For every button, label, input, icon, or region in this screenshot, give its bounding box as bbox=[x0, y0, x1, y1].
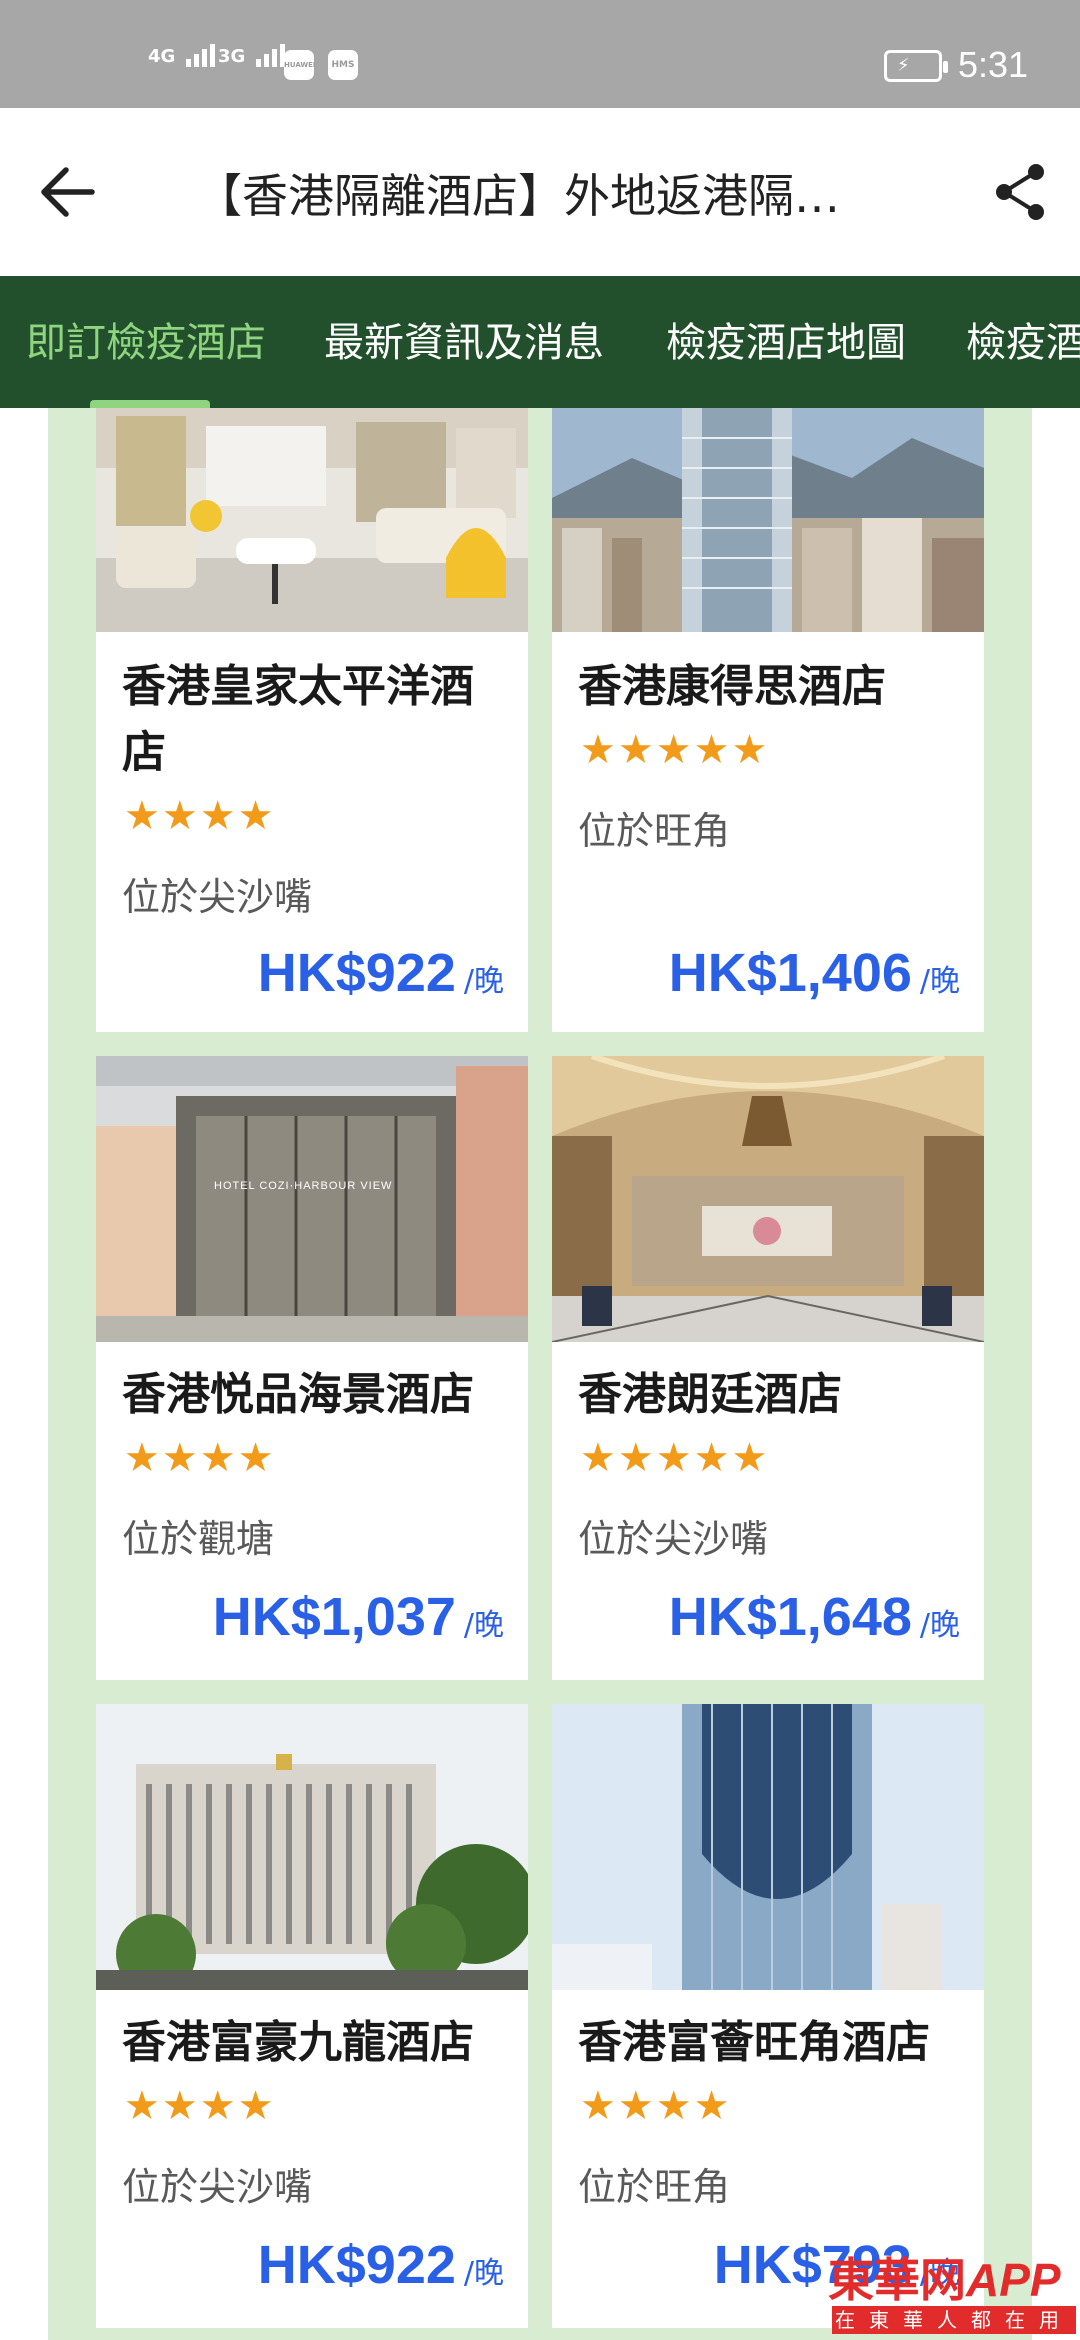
hotel-list: 香港皇家太平洋酒 店 ★★★★ 位於尖沙嘴 HK$922/晚 香港康得思酒店 ★… bbox=[0, 408, 1080, 2340]
tab-latest-news[interactable]: 最新資訊及消息 bbox=[324, 310, 604, 368]
hotel-image bbox=[552, 1056, 984, 1342]
hotel-location: 位於尖沙嘴 bbox=[122, 2165, 313, 2209]
hotel-image bbox=[96, 408, 528, 632]
hotel-price: HK$1,406/晚 bbox=[669, 942, 960, 1004]
price-amount: HK$1,406 bbox=[668, 943, 912, 1003]
hotel-name-line: 香港富薈旺角酒店 bbox=[578, 2017, 930, 2068]
back-arrow-icon[interactable] bbox=[36, 160, 100, 224]
hotel-card[interactable]: 香港朗廷酒店 ★★★★★ 位於尖沙嘴 HK$1,648/晚 bbox=[552, 1056, 984, 1680]
signal-3g-icon: 3G bbox=[218, 44, 288, 67]
star-rating: ★★★★ bbox=[580, 2083, 732, 2129]
tab-quarantine-more[interactable]: 檢疫酒 bbox=[966, 310, 1080, 368]
hotel-name-line: 香港康得思酒店 bbox=[578, 661, 886, 712]
watermark-app: APP bbox=[966, 2254, 1061, 2306]
app-header: 【香港隔離酒店】外地返港隔… bbox=[0, 108, 1080, 276]
tab-book-quarantine-hotel[interactable]: 即訂檢疫酒店 bbox=[26, 310, 266, 368]
star-rating: ★★★★★ bbox=[580, 1435, 770, 1481]
hotel-name: 香港康得思酒店 bbox=[578, 654, 886, 720]
hotel-name-line: 香港朗廷酒店 bbox=[578, 1369, 842, 1420]
hotel-card[interactable]: HOTEL COZI·HARBOUR VIEW 香港悦品海景酒店 ★★★★ 位於… bbox=[96, 1056, 528, 1680]
share-icon[interactable] bbox=[988, 160, 1052, 224]
hotel-name-line: 香港富豪九龍酒店 bbox=[122, 2017, 474, 2068]
star-rating: ★★★★ bbox=[124, 1435, 276, 1481]
page-title: 【香港隔離酒店】外地返港隔… bbox=[196, 169, 840, 223]
status-time: 5:31 bbox=[958, 44, 1029, 85]
star-rating: ★★★★★ bbox=[580, 727, 770, 773]
hotel-sign-text: HOTEL COZI·HARBOUR VIEW bbox=[214, 1180, 393, 1192]
price-amount: HK$922 bbox=[257, 943, 456, 1003]
status-bar: 4G 3G HUAWEI HMS ⚡ 5:31 bbox=[0, 0, 1080, 108]
hotel-name: 香港富豪九龍酒店 bbox=[122, 2010, 474, 2076]
hotel-card[interactable]: 香港皇家太平洋酒 店 ★★★★ 位於尖沙嘴 HK$922/晚 bbox=[96, 408, 528, 1032]
hotel-location: 位於尖沙嘴 bbox=[578, 1517, 769, 1561]
price-amount: HK$1,648 bbox=[668, 1587, 912, 1647]
watermark-name: 東華网 bbox=[828, 2253, 966, 2307]
signal-4g-icon: 4G bbox=[148, 44, 218, 67]
hotel-card[interactable]: 香港康得思酒店 ★★★★★ 位於旺角 HK$1,406/晚 bbox=[552, 408, 984, 1032]
hotel-name: 香港富薈旺角酒店 bbox=[578, 2010, 930, 2076]
watermark-slogan: 在東華人都在用 bbox=[832, 2306, 1076, 2334]
hotel-name: 香港悦品海景酒店 bbox=[122, 1362, 474, 1428]
tab-hotel-map[interactable]: 檢疫酒店地圖 bbox=[666, 310, 906, 368]
tab-bar: 即訂檢疫酒店 最新資訊及消息 檢疫酒店地圖 檢疫酒 bbox=[0, 276, 1080, 408]
hotel-image bbox=[552, 1704, 984, 1990]
hotel-card[interactable]: 香港富豪九龍酒店 ★★★★ 位於尖沙嘴 HK$922/晚 bbox=[96, 1704, 528, 2328]
price-unit: /晚 bbox=[919, 1608, 960, 1643]
hms-app-icon: HMS bbox=[328, 50, 358, 80]
hotel-name: 香港皇家太平洋酒 店 bbox=[122, 654, 474, 786]
price-unit: /晚 bbox=[919, 964, 960, 999]
star-rating: ★★★★ bbox=[124, 793, 276, 839]
hotel-location: 位於旺角 bbox=[578, 2165, 731, 2209]
hotel-location: 位於尖沙嘴 bbox=[122, 875, 313, 919]
active-tab-indicator bbox=[90, 400, 210, 408]
hotel-price: HK$1,037/晚 bbox=[213, 1586, 504, 1648]
price-unit: /晚 bbox=[463, 2256, 504, 2291]
hotel-location: 位於觀塘 bbox=[122, 1517, 275, 1561]
price-unit: /晚 bbox=[463, 1608, 504, 1643]
hotel-price: HK$922/晚 bbox=[258, 2234, 504, 2296]
watermark-logo: 東華网APP 在東華人都在用 bbox=[826, 2244, 1080, 2340]
hotel-name-line: 店 bbox=[122, 727, 166, 778]
hotel-image: HOTEL COZI·HARBOUR VIEW bbox=[96, 1056, 528, 1342]
hotel-card[interactable]: 香港富薈旺角酒店 ★★★★ 位於旺角 HK$793/晚 bbox=[552, 1704, 984, 2328]
price-amount: HK$1,037 bbox=[212, 1587, 456, 1647]
huawei-app-icon: HUAWEI bbox=[284, 50, 316, 80]
star-rating: ★★★★ bbox=[124, 2083, 276, 2129]
price-unit: /晚 bbox=[463, 964, 504, 999]
hotel-location: 位於旺角 bbox=[578, 809, 731, 853]
hotel-price: HK$1,648/晚 bbox=[669, 1586, 960, 1648]
watermark-title: 東華网APP bbox=[828, 2244, 1061, 2310]
battery-icon: ⚡ bbox=[884, 50, 948, 82]
price-amount: HK$922 bbox=[257, 2235, 456, 2295]
hotel-image bbox=[96, 1704, 528, 1990]
hotel-name-line: 香港皇家太平洋酒 bbox=[122, 661, 474, 712]
hotel-price: HK$922/晚 bbox=[258, 942, 504, 1004]
hotel-name-line: 香港悦品海景酒店 bbox=[122, 1369, 474, 1420]
hotel-name: 香港朗廷酒店 bbox=[578, 1362, 842, 1428]
hotel-image bbox=[552, 408, 984, 632]
